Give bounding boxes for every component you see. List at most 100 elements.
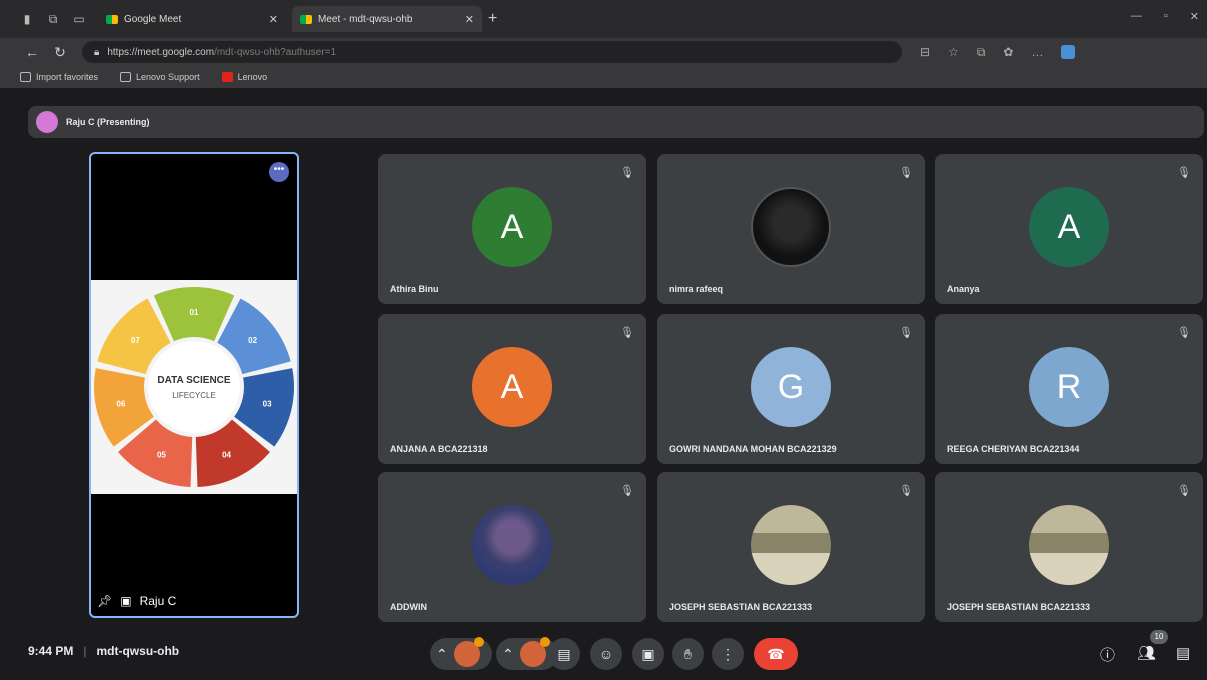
muted-mic-icon: 🎙︎	[620, 167, 634, 179]
refresh-icon[interactable]: ↻	[46, 44, 74, 61]
participant-name: nimra rafeeq	[669, 284, 724, 294]
presentation-tile[interactable]: ••• 01 02 03 04 05 06 07 DATA SCIENCE LIFECYCL…	[89, 152, 299, 618]
close-tab-icon[interactable]: ✕	[269, 13, 278, 26]
slide-title-line1: DATA SCIENCE	[157, 375, 230, 386]
segment-number: 03	[263, 400, 272, 409]
avatar: A	[472, 187, 552, 267]
captions-button[interactable]: ▤	[548, 638, 580, 670]
address-bar-row: ← ↻ 🔒︎ https://meet.google.com/mdt-qwsu-…	[0, 38, 1207, 66]
participant-name: REEGA CHERIYAN BCA221344	[947, 444, 1080, 454]
collections-icon[interactable]: ⧉	[977, 45, 986, 60]
favorite-lenovo[interactable]: Lenovo	[221, 72, 267, 82]
participant-tile[interactable]: 🎙︎ R REEGA CHERIYAN BCA221344	[935, 314, 1203, 464]
minimize-icon[interactable]: —	[1131, 10, 1142, 23]
participant-tile[interactable]: 🎙︎ ADDWIN	[378, 472, 646, 622]
more-options-icon[interactable]: •••	[269, 162, 289, 182]
favorites-icon[interactable]: ☆	[948, 45, 959, 60]
present-button[interactable]: ▣	[632, 638, 664, 670]
muted-mic-icon: 🎙︎	[899, 167, 913, 179]
segment-number: 05	[157, 451, 166, 460]
close-window-icon[interactable]: ✕	[1190, 10, 1199, 23]
chat-icon[interactable]: ▤	[1176, 644, 1190, 662]
favorite-lenovo-support[interactable]: Lenovo Support	[120, 72, 200, 82]
wheel-center	[148, 341, 240, 433]
end-call-icon: ☎	[767, 645, 785, 662]
participant-tile[interactable]: 🎙︎ A Ananya	[935, 154, 1203, 304]
people-count-badge: 10	[1150, 630, 1168, 644]
muted-mic-icon: 🎙︎	[1177, 327, 1191, 339]
present-screen-icon: ▣	[641, 645, 655, 662]
chevron-up-icon[interactable]: ⌃	[502, 646, 514, 663]
more-menu-icon[interactable]: …	[1031, 45, 1043, 60]
avatar	[36, 111, 58, 133]
split-screen-icon[interactable]: ⊟	[920, 45, 930, 60]
maximize-icon[interactable]: ▫	[1164, 10, 1168, 23]
screen-share-icon: ▣	[120, 594, 132, 608]
favorite-import[interactable]: Import favorites	[20, 72, 98, 82]
meet-favicon-icon	[300, 14, 312, 24]
participant-tile[interactable]: 🎙︎ JOSEPH SEBASTIAN BCA221333	[657, 472, 925, 622]
end-call-button[interactable]: ☎	[754, 638, 798, 670]
browser-tab-strip: ▮ ⧉ ▭ Google Meet ✕ Meet - mdt-qwsu-ohb …	[0, 0, 1207, 38]
participant-tile[interactable]: 🎙︎ A ANJANA A BCA221318	[378, 314, 646, 464]
muted-mic-icon: 🎙︎	[1177, 485, 1191, 497]
segment-number: 06	[116, 400, 125, 409]
workspaces-icon[interactable]: ⧉	[40, 9, 66, 29]
muted-mic-icon: 🎙︎	[620, 485, 634, 497]
avatar	[472, 505, 552, 585]
chevron-up-icon[interactable]: ⌃	[436, 646, 448, 663]
muted-mic-icon: 🎙︎	[899, 485, 913, 497]
browser-menu-icon[interactable]: ▮	[14, 9, 40, 29]
pin-icon[interactable]: 📌︎	[97, 594, 112, 608]
raise-hand-icon: ✋︎	[684, 645, 692, 662]
import-icon	[20, 72, 31, 82]
participant-tile[interactable]: 🎙︎ G GOWRI NANDANA MOHAN BCA221329	[657, 314, 925, 464]
presenting-banner[interactable]: Raju C (Presenting)	[28, 106, 1204, 138]
page-icon	[120, 72, 132, 82]
more-options-icon: ⋮	[721, 645, 735, 662]
more-options-button[interactable]: ⋮	[712, 638, 744, 670]
participant-tile[interactable]: 🎙︎ nimra rafeeq	[657, 154, 925, 304]
participant-name: GOWRI NANDANA MOHAN BCA221329	[669, 444, 837, 454]
info-icon[interactable]: ⓘ	[1100, 644, 1115, 665]
microphone-button[interactable]: ⌃	[430, 637, 492, 670]
participant-name: JOSEPH SEBASTIAN BCA221333	[947, 602, 1091, 612]
participant-name: JOSEPH SEBASTIAN BCA221333	[669, 602, 813, 612]
tab-meet-active[interactable]: Meet - mdt-qwsu-ohb ✕	[292, 6, 482, 32]
emoji-icon: ☺	[598, 646, 614, 662]
copilot-icon[interactable]	[1061, 44, 1076, 59]
segment-number: 04	[222, 451, 231, 460]
tab-google-meet[interactable]: Google Meet ✕	[98, 6, 286, 32]
camera-off-icon	[519, 637, 550, 667]
meet-favicon-icon	[106, 14, 118, 24]
mic-off-icon	[453, 637, 484, 667]
lenovo-logo-icon	[221, 72, 233, 82]
participant-tile[interactable]: 🎙︎ A Athira Binu	[378, 154, 646, 304]
extensions-icon[interactable]: ✿	[1003, 45, 1013, 60]
participant-grid: 🎙︎ A Athira Binu 🎙︎ nimra rafeeq 🎙︎ A Ananya 🎙︎ A…	[378, 154, 1204, 624]
avatar: R	[1029, 347, 1109, 427]
close-tab-icon[interactable]: ✕	[465, 13, 474, 26]
favorites-bar: Import favorites Lenovo Support Lenovo	[0, 66, 1207, 88]
emoji-button[interactable]: ☺	[590, 638, 622, 670]
avatar	[1029, 505, 1109, 585]
slide-title-line2: LIFECYCLE	[172, 391, 216, 400]
new-tab-icon[interactable]: +	[488, 10, 497, 28]
segment-number: 02	[248, 336, 257, 345]
url-input[interactable]: 🔒︎ https://meet.google.com/mdt-qwsu-ohb?…	[82, 41, 902, 63]
avatar: A	[1029, 187, 1109, 267]
raise-hand-button[interactable]: ✋︎	[672, 638, 704, 670]
participant-tile[interactable]: 🎙︎ JOSEPH SEBASTIAN BCA221333	[935, 472, 1203, 622]
tab-actions-icon[interactable]: ▭	[66, 9, 92, 29]
meeting-info: 9:44 PM | mdt-qwsu-ohb	[28, 644, 180, 658]
participant-name: Athira Binu	[390, 284, 439, 294]
participant-name: Ananya	[947, 284, 980, 294]
back-icon[interactable]: ←	[18, 44, 46, 60]
segment-number: 01	[190, 308, 199, 317]
participant-name: ANJANA A BCA221318	[390, 444, 488, 454]
lifecycle-wheel: 01 02 03 04 05 06 07 DATA SCIENCE LIFECYCLE	[94, 287, 294, 487]
people-icon[interactable]: 👥︎	[1137, 644, 1156, 662]
avatar: A	[472, 347, 552, 427]
participant-name: ADDWIN	[390, 602, 427, 612]
muted-mic-icon: 🎙︎	[620, 327, 634, 339]
